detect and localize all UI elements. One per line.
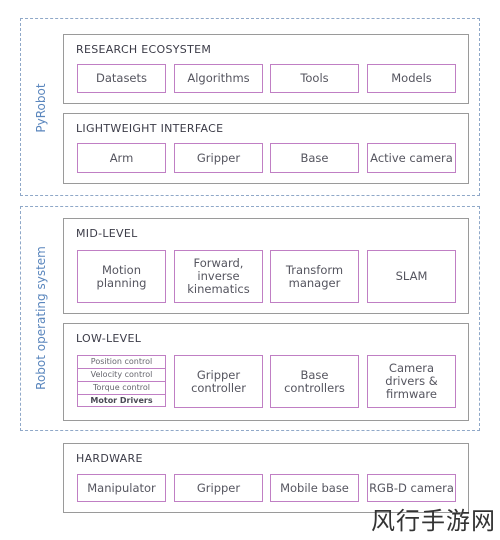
research-item-models: Models — [367, 64, 456, 93]
mid-item-transform-manager: Transform manager — [270, 250, 359, 303]
low-item-base-controllers: Base controllers — [270, 355, 359, 408]
stack-item-motor-drivers: Motor Drivers — [90, 396, 153, 405]
research-item-tools: Tools — [270, 64, 359, 93]
ros-label: Robot operating system — [34, 246, 48, 390]
research-item-datasets: Datasets — [77, 64, 166, 93]
stack-item-torque-control: Torque control — [78, 382, 165, 395]
lightweight-item-arm: Arm — [77, 143, 166, 173]
motor-control-stack: Position control Velocity control Torque… — [77, 355, 166, 407]
research-item-algorithms: Algorithms — [174, 64, 263, 93]
layer-title: LOW-LEVEL — [76, 332, 142, 345]
lightweight-item-base: Base — [270, 143, 359, 173]
layer-title: RESEARCH ECOSYSTEM — [76, 43, 212, 56]
stack-item-position-control: Position control — [78, 356, 165, 369]
mid-item-slam: SLAM — [367, 250, 456, 303]
hardware-item-gripper: Gripper — [174, 474, 263, 502]
mid-item-kinematics: Forward, inverse kinematics — [174, 250, 263, 303]
low-item-camera-drivers: Camera drivers & firmware — [367, 355, 456, 408]
layer-title: MID-LEVEL — [76, 227, 138, 240]
mid-item-motion-planning: Motion planning — [77, 250, 166, 303]
layer-title: HARDWARE — [76, 452, 143, 465]
stack-item-velocity-control: Velocity control — [78, 369, 165, 382]
watermark: 风行手游网 — [371, 507, 496, 535]
hardware-item-rgbd-camera: RGB-D camera — [367, 474, 456, 502]
lightweight-item-active-camera: Active camera — [367, 143, 456, 173]
hardware-item-mobile-base: Mobile base — [270, 474, 359, 502]
pyrobot-label: PyRobot — [34, 83, 48, 133]
layer-title: LIGHTWEIGHT INTERFACE — [76, 122, 224, 135]
hardware-item-manipulator: Manipulator — [77, 474, 166, 502]
low-item-gripper-controller: Gripper controller — [174, 355, 263, 408]
lightweight-item-gripper: Gripper — [174, 143, 263, 173]
